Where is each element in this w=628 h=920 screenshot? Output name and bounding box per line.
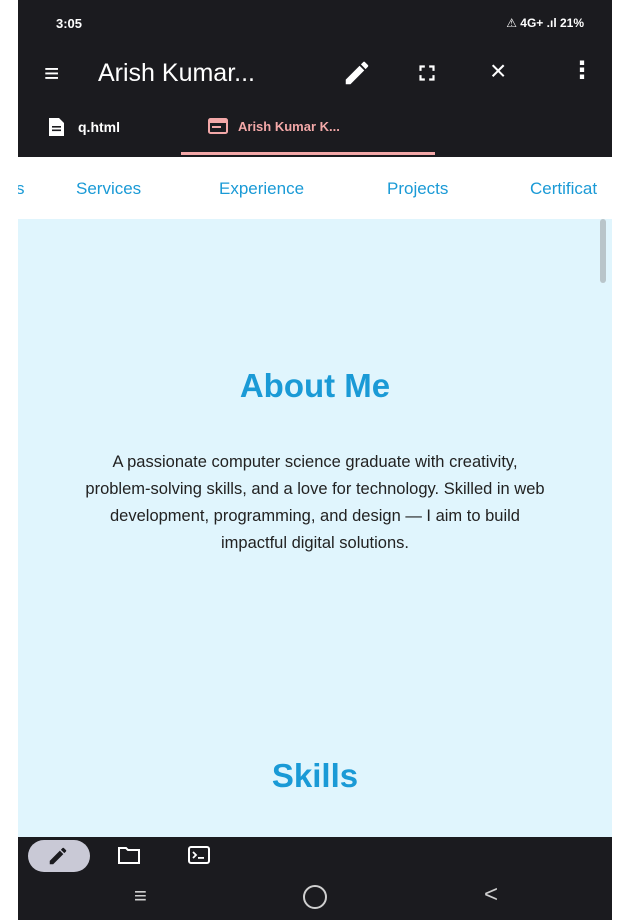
file-icon — [49, 118, 64, 136]
app-bar: ≡ Arish Kumar... × ⋮ — [18, 52, 612, 102]
fullscreen-icon[interactable] — [414, 60, 440, 86]
tab-label: q.html — [78, 119, 120, 135]
tab-label: Arish Kumar K... — [238, 119, 340, 134]
browser-icon — [208, 118, 228, 134]
terminal-icon[interactable] — [188, 846, 210, 864]
editor-toolbar — [18, 837, 612, 875]
nav-link-projects[interactable]: Projects — [387, 179, 448, 199]
recent-apps-button[interactable]: ≡ — [134, 883, 147, 909]
tab-bar: q.html Arish Kumar K... — [18, 104, 612, 156]
nav-link-services[interactable]: Services — [76, 179, 141, 199]
about-paragraph: A passionate computer science graduate w… — [85, 453, 545, 552]
tab-q-html[interactable]: q.html — [48, 118, 120, 136]
scrollbar[interactable] — [600, 219, 606, 283]
back-button[interactable]: < — [484, 881, 498, 909]
phone-screen: 3:05 ⚠ 4G+ .ıl 21% ≡ Arish Kumar... × ⋮ … — [18, 0, 612, 920]
close-icon[interactable]: × — [490, 54, 506, 88]
active-tab-indicator — [181, 152, 435, 155]
about-heading: About Me — [239, 367, 391, 404]
menu-icon[interactable]: ≡ — [44, 58, 59, 88]
nav-link-certificates[interactable]: Certificat — [530, 179, 597, 199]
pencil-icon — [49, 847, 67, 865]
tab-arish-kumar[interactable]: Arish Kumar K... — [208, 118, 340, 134]
folder-icon[interactable] — [118, 846, 140, 864]
home-button[interactable] — [303, 885, 327, 909]
web-content: s Services Experience Projects Certifica… — [18, 157, 612, 837]
skills-heading: Skills — [271, 757, 359, 794]
status-time: 3:05 — [56, 16, 83, 31]
nav-link-partial[interactable]: s — [18, 179, 25, 199]
status-icons: ⚠ 4G+ .ıl 21% — [506, 16, 584, 30]
status-bar: 3:05 ⚠ 4G+ .ıl 21% — [18, 0, 612, 52]
pencil-icon[interactable] — [342, 58, 372, 88]
app-title: Arish Kumar... — [98, 59, 255, 87]
nav-link-experience[interactable]: Experience — [219, 179, 304, 199]
more-vert-icon[interactable]: ⋮ — [570, 56, 594, 86]
system-navigation-bar: ≡ < — [18, 875, 612, 920]
site-navbar: s Services Experience Projects Certifica… — [18, 157, 612, 219]
edit-mode-button[interactable] — [28, 840, 90, 872]
